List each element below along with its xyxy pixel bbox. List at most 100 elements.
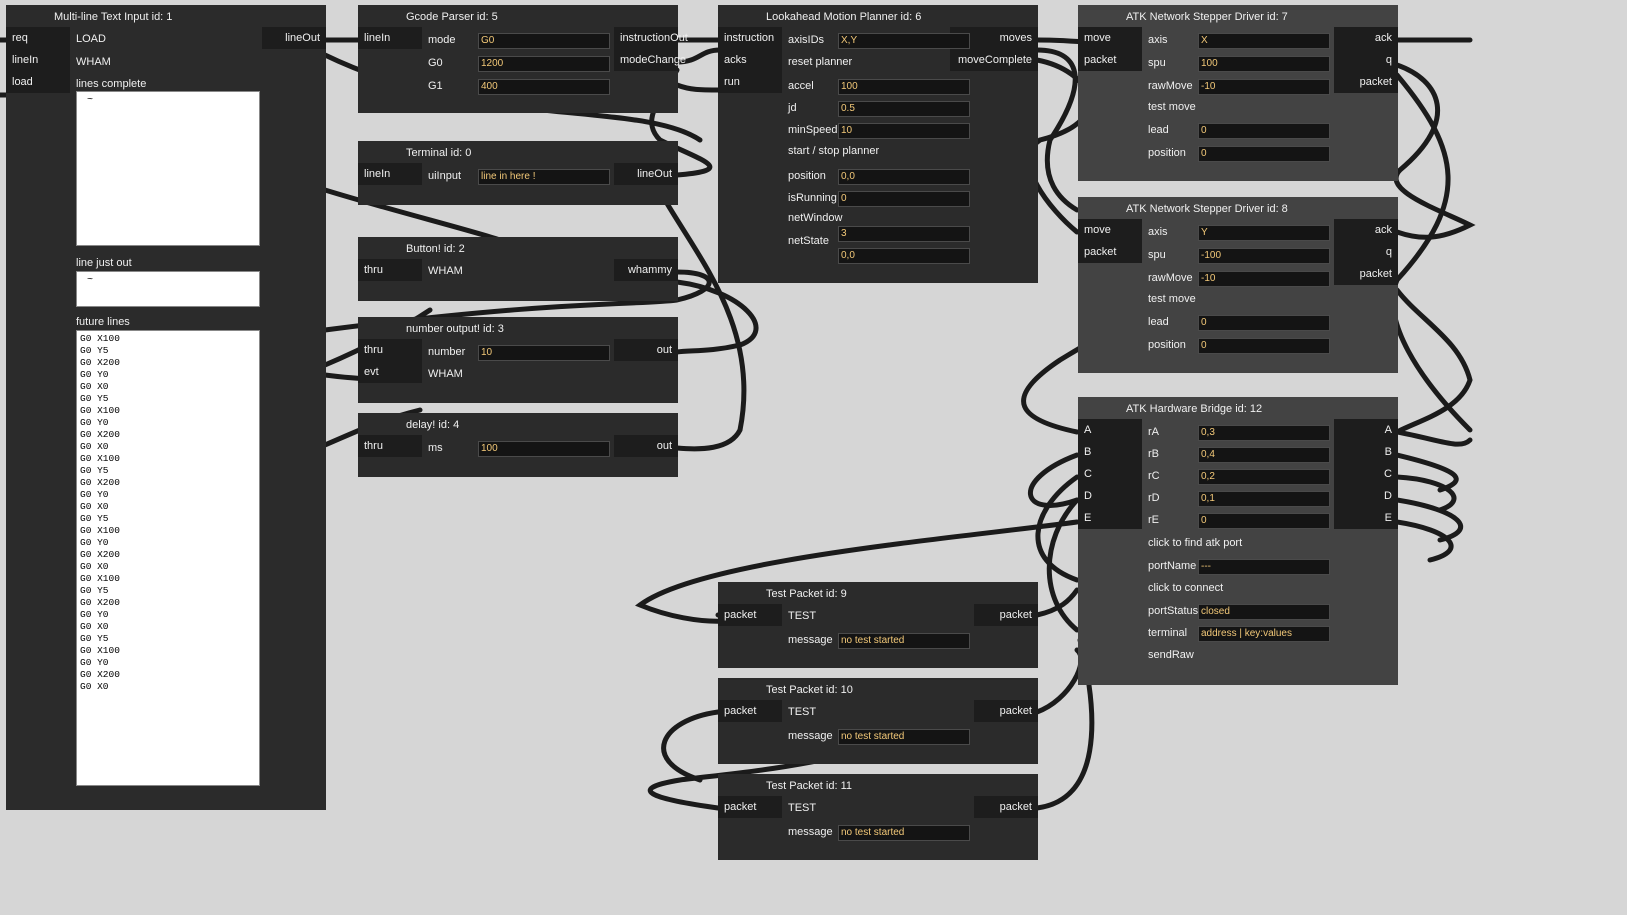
position-input[interactable]: 0 — [1198, 338, 1330, 354]
wham-button[interactable]: WHAM — [428, 265, 463, 277]
rc-input[interactable]: 0,2 — [1198, 469, 1330, 485]
test-move-button[interactable]: test move — [1148, 101, 1196, 113]
line-just-out-textarea[interactable]: ~ — [76, 271, 260, 307]
input-port-linein[interactable]: lineIn — [358, 163, 422, 185]
message-field[interactable]: no test started — [838, 825, 970, 841]
output-port-c[interactable]: C — [1334, 463, 1398, 485]
g0-input[interactable]: 1200 — [478, 56, 610, 72]
number-input[interactable]: 10 — [478, 345, 610, 361]
wham-button[interactable]: WHAM — [428, 368, 463, 380]
uiinput-field[interactable]: line in here ! — [478, 169, 610, 185]
test-button[interactable]: TEST — [788, 706, 816, 718]
spu-input[interactable]: 100 — [1198, 56, 1330, 72]
spu-input[interactable]: -100 — [1198, 248, 1330, 264]
output-port-packet[interactable]: packet — [974, 796, 1038, 818]
minspeed-input[interactable]: 10 — [838, 123, 970, 139]
motion-planner-block[interactable]: Lookahead Motion Planner id: 6 instructi… — [718, 5, 1038, 283]
axis-input[interactable]: Y — [1198, 225, 1330, 241]
input-port-linein[interactable]: lineIn — [358, 27, 422, 49]
isrunning-input[interactable]: 0 — [838, 191, 970, 207]
position-input[interactable]: 0,0 — [838, 169, 970, 185]
portname-input[interactable]: --- — [1198, 559, 1330, 575]
ra-input[interactable]: 0,3 — [1198, 425, 1330, 441]
test-button[interactable]: TEST — [788, 802, 816, 814]
output-port-out[interactable]: out — [614, 339, 678, 361]
hardware-bridge-block[interactable]: ATK Hardware Bridge id: 12 A B C D E A B… — [1078, 397, 1398, 685]
axisids-input[interactable]: X,Y — [838, 33, 970, 49]
output-port-modechange[interactable]: modeChange — [614, 49, 686, 71]
number-output-block[interactable]: number output! id: 3 thru evt out number… — [358, 317, 678, 403]
lead-input[interactable]: 0 — [1198, 315, 1330, 331]
input-port-evt[interactable]: evt — [358, 361, 422, 383]
input-port-acks[interactable]: acks — [718, 49, 782, 71]
output-port-a[interactable]: A — [1334, 419, 1398, 441]
input-port-run[interactable]: run — [718, 71, 782, 93]
input-port-packet[interactable]: packet — [1078, 49, 1142, 71]
test-move-button[interactable]: test move — [1148, 293, 1196, 305]
reset-planner-button[interactable]: reset planner — [788, 56, 852, 68]
gcode-parser-block[interactable]: Gcode Parser id: 5 lineIn instructionOut… — [358, 5, 688, 113]
load-button[interactable]: LOAD — [76, 33, 106, 45]
input-port-thru[interactable]: thru — [358, 339, 422, 361]
output-port-whammy[interactable]: whammy — [614, 259, 678, 281]
output-port-packet[interactable]: packet — [1334, 71, 1398, 93]
rd-input[interactable]: 0,1 — [1198, 491, 1330, 507]
axis-input[interactable]: X — [1198, 33, 1330, 49]
output-port-packet[interactable]: packet — [974, 604, 1038, 626]
output-port-packet[interactable]: packet — [1334, 263, 1398, 285]
stepper-driver-7-block[interactable]: ATK Network Stepper Driver id: 7 move pa… — [1078, 5, 1398, 181]
mode-input[interactable]: G0 — [478, 33, 610, 49]
find-atk-port-button[interactable]: click to find atk port — [1148, 537, 1242, 549]
output-port-out[interactable]: out — [614, 435, 678, 457]
input-port-d[interactable]: D — [1078, 485, 1142, 507]
lines-complete-textarea[interactable]: ~ — [76, 91, 260, 246]
test-packet-9-block[interactable]: Test Packet id: 9 packet packet TEST mes… — [718, 582, 1038, 668]
output-port-ack[interactable]: ack — [1334, 219, 1398, 241]
stepper-driver-8-block[interactable]: ATK Network Stepper Driver id: 8 move pa… — [1078, 197, 1398, 373]
input-port-packet[interactable]: packet — [1078, 241, 1142, 263]
output-port-lineout[interactable]: lineOut — [262, 27, 326, 49]
lead-input[interactable]: 0 — [1198, 123, 1330, 139]
send-raw-button[interactable]: sendRaw — [1148, 649, 1194, 661]
message-field[interactable]: no test started — [838, 633, 970, 649]
input-port-packet[interactable]: packet — [718, 796, 782, 818]
output-port-e[interactable]: E — [1334, 507, 1398, 529]
output-port-q[interactable]: q — [1334, 241, 1398, 263]
input-port-packet[interactable]: packet — [718, 604, 782, 626]
input-port-linein[interactable]: lineIn — [6, 49, 70, 71]
input-port-e[interactable]: E — [1078, 507, 1142, 529]
g1-input[interactable]: 400 — [478, 79, 610, 95]
output-port-d[interactable]: D — [1334, 485, 1398, 507]
input-port-req[interactable]: req — [6, 27, 70, 49]
rb-input[interactable]: 0,4 — [1198, 447, 1330, 463]
output-port-b[interactable]: B — [1334, 441, 1398, 463]
output-port-q[interactable]: q — [1334, 49, 1398, 71]
output-port-movecomplete[interactable]: moveComplete — [950, 49, 1038, 71]
input-port-c[interactable]: C — [1078, 463, 1142, 485]
future-lines-textarea[interactable]: G0 X100 G0 Y5 G0 X200 G0 Y0 G0 X0 G0 Y5 … — [76, 330, 260, 786]
input-port-load[interactable]: load — [6, 71, 70, 93]
input-port-move[interactable]: move — [1078, 27, 1142, 49]
input-port-thru[interactable]: thru — [358, 259, 422, 281]
ms-input[interactable]: 100 — [478, 441, 610, 457]
input-port-thru[interactable]: thru — [358, 435, 422, 457]
wham-button[interactable]: WHAM — [76, 56, 111, 68]
netstate-input[interactable]: 0,0 — [838, 248, 970, 264]
portstatus-input[interactable]: closed — [1198, 604, 1330, 620]
button-block[interactable]: Button! id: 2 thru whammy WHAM — [358, 237, 678, 301]
output-port-instructionout[interactable]: instructionOut — [614, 27, 688, 49]
position-input[interactable]: 0 — [1198, 146, 1330, 162]
output-port-lineout[interactable]: lineOut — [614, 163, 678, 185]
output-port-packet[interactable]: packet — [974, 700, 1038, 722]
multiline-text-input-block[interactable]: Multi-line Text Input id: 1 req lineIn l… — [6, 5, 326, 810]
input-port-move[interactable]: move — [1078, 219, 1142, 241]
input-port-a[interactable]: A — [1078, 419, 1142, 441]
input-port-b[interactable]: B — [1078, 441, 1142, 463]
input-port-packet[interactable]: packet — [718, 700, 782, 722]
rawmove-input[interactable]: -10 — [1198, 79, 1330, 95]
terminal-block[interactable]: Terminal id: 0 lineIn lineOut uiInput li… — [358, 141, 678, 205]
test-packet-11-block[interactable]: Test Packet id: 11 packet packet TEST me… — [718, 774, 1038, 860]
jd-input[interactable]: 0.5 — [838, 101, 970, 117]
re-input[interactable]: 0 — [1198, 513, 1330, 529]
accel-input[interactable]: 100 — [838, 79, 970, 95]
